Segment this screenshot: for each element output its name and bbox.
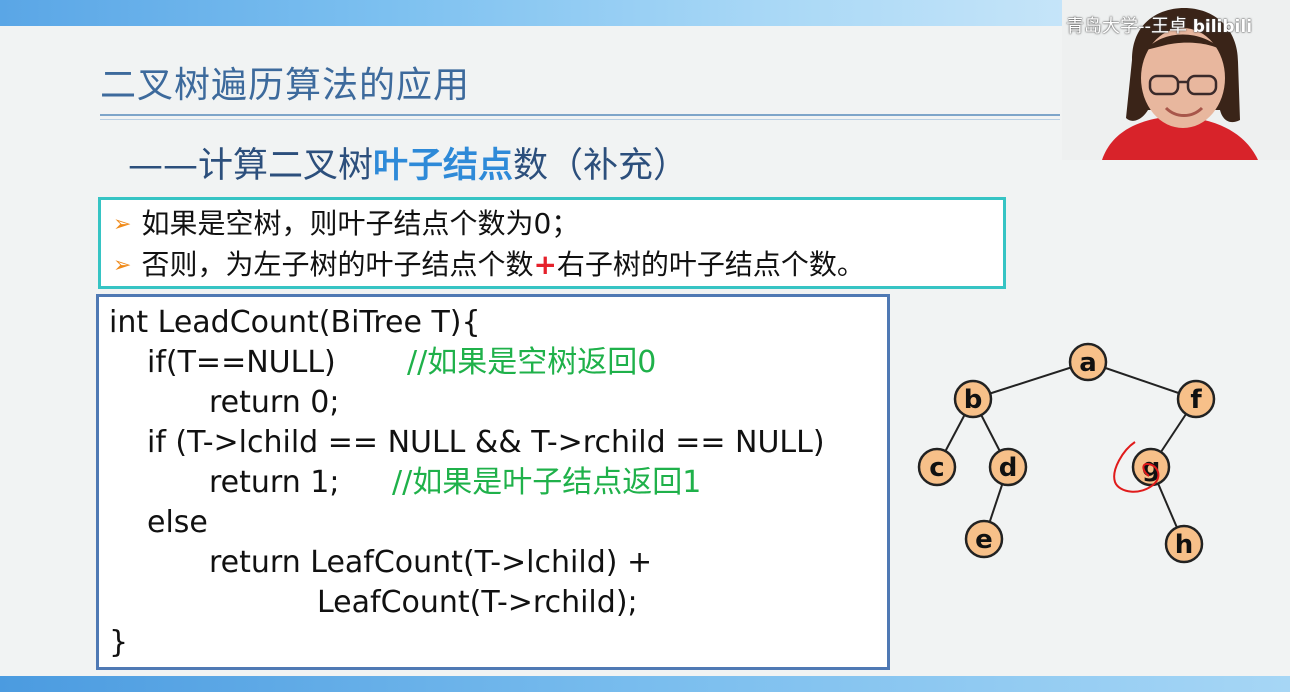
tree-node-e: e xyxy=(964,519,1004,559)
bilibili-logo-icon: bilibili xyxy=(1192,17,1253,37)
tree-node-g: g xyxy=(1131,447,1171,487)
plus-sign: + xyxy=(533,248,557,281)
code-comment-empty-tree: //如果是空树返回0 xyxy=(407,345,657,380)
tree-node-c: c xyxy=(917,447,957,487)
rule-text: 如果是空树，则叶子结点个数为0； xyxy=(141,207,580,240)
node-label: a xyxy=(1079,348,1097,378)
bullet-arrow-icon: ➢ xyxy=(113,212,132,237)
code-box: int LeadCount(BiTree T){ if(T==NULL) //如… xyxy=(96,294,890,670)
code-line-2: if(T==NULL) xyxy=(147,345,336,380)
rules-box: ➢ 如果是空树，则叶子结点个数为0； ➢ 否则，为左子树的叶子结点个数+右子树的叶子… xyxy=(98,197,1006,289)
node-label: c xyxy=(929,453,944,483)
rule-item-otherwise: ➢ 否则，为左子树的叶子结点个数+右子树的叶子结点个数。 xyxy=(113,247,865,284)
slide-title: 二叉树遍历算法的应用 xyxy=(100,65,471,106)
tree-nodes: a b f c d g e h xyxy=(917,342,1216,564)
tree-node-h: h xyxy=(1164,524,1204,564)
title-divider xyxy=(100,114,1060,116)
bottom-band xyxy=(0,676,1290,692)
watermark: 青岛大学--王卓 bilibili xyxy=(1066,12,1252,38)
code-line-3: return 0; xyxy=(209,385,340,420)
code-line-6: else xyxy=(147,505,208,540)
code-line-8: LeafCount(T->rchild); xyxy=(317,585,638,620)
bullet-arrow-icon: ➢ xyxy=(113,253,132,278)
tree-node-a: a xyxy=(1068,342,1108,382)
title-divider-thin xyxy=(100,119,1060,120)
tree-node-d: d xyxy=(988,447,1028,487)
binary-tree-diagram: a b f c d g e h xyxy=(917,342,1216,564)
node-label: b xyxy=(964,385,983,415)
node-label: e xyxy=(975,525,993,555)
code-comment-leaf: //如果是叶子结点返回1 xyxy=(392,465,702,500)
subtitle-highlight: 叶子结点 xyxy=(373,146,514,186)
code-line-9: } xyxy=(109,625,129,660)
node-label: d xyxy=(999,453,1018,483)
slide-subtitle: ——计算二叉树叶子结点数（补充） xyxy=(128,142,688,190)
code-line-7: return LeafCount(T->lchild) + xyxy=(209,545,653,580)
node-label: h xyxy=(1175,530,1194,560)
node-label: f xyxy=(1190,385,1202,415)
rule-item-empty-tree: ➢ 如果是空树，则叶子结点个数为0； xyxy=(113,206,579,243)
subtitle-suffix: 数（补充） xyxy=(513,146,689,186)
tree-node-f: f xyxy=(1176,379,1216,419)
code-line-1: int LeadCount(BiTree T){ xyxy=(109,305,481,340)
code-line-4: if (T->lchild == NULL && T->rchild == NU… xyxy=(147,425,825,460)
watermark-text: 青岛大学--王卓 xyxy=(1066,16,1187,37)
tree-node-b: b xyxy=(953,379,993,419)
rule-text-left: 否则，为左子树的叶子结点个数 xyxy=(141,248,534,281)
subtitle-prefix: ——计算二叉树 xyxy=(128,146,374,186)
rule-text-right: 右子树的叶子结点个数。 xyxy=(556,248,865,281)
code-line-5: return 1; xyxy=(209,465,340,500)
